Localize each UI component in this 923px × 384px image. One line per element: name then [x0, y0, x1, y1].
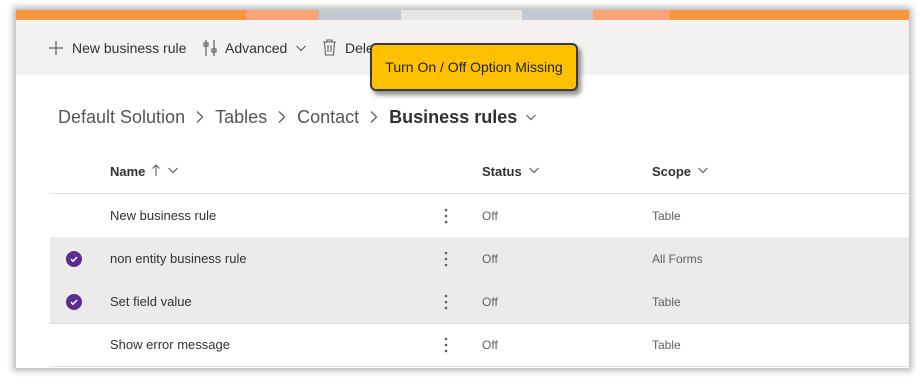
more-options-icon[interactable] — [439, 194, 453, 237]
rule-name[interactable]: non entity business rule — [110, 237, 247, 280]
chevron-right-icon — [195, 110, 205, 124]
more-options-icon[interactable] — [439, 280, 453, 323]
table-row[interactable]: New business rule Off Table — [50, 194, 909, 238]
plus-icon — [48, 40, 64, 56]
column-header-status[interactable]: Status — [482, 160, 540, 182]
rule-status: Off — [482, 251, 498, 266]
rule-scope: All Forms — [652, 251, 703, 266]
column-header-status-label: Status — [482, 163, 522, 179]
column-header-name-label: Name — [110, 163, 146, 179]
advanced-label: Advanced — [225, 39, 288, 56]
more-options-icon[interactable] — [439, 237, 453, 280]
app-window: New business rule Advanced Delete Turn O… — [16, 10, 909, 368]
new-business-rule-button[interactable]: New business rule — [48, 20, 186, 75]
column-header-name[interactable]: Name — [110, 160, 179, 182]
row-checkbox[interactable] — [66, 280, 82, 323]
rule-scope: Table — [652, 208, 681, 223]
breadcrumb: Default Solution Tables Contact Business… — [58, 104, 537, 130]
checkmark-icon — [66, 293, 82, 310]
breadcrumb-item-contact[interactable]: Contact — [297, 107, 359, 128]
checkmark-icon — [66, 250, 82, 267]
rule-name[interactable]: Show error message — [110, 323, 230, 366]
advanced-button[interactable]: Advanced — [203, 20, 307, 75]
chevron-down-icon — [161, 164, 179, 179]
column-header-scope[interactable]: Scope — [652, 160, 709, 182]
breadcrumb-item-tables[interactable]: Tables — [215, 107, 267, 128]
table-row[interactable]: Set field value Off Table — [50, 280, 909, 324]
annotation-callout: Turn On / Off Option Missing — [370, 43, 578, 91]
chevron-right-icon — [277, 110, 287, 124]
row-checkbox[interactable] — [66, 237, 82, 280]
chevron-down-icon[interactable] — [525, 111, 537, 123]
rule-name[interactable]: Set field value — [110, 280, 192, 323]
rule-scope: Table — [652, 294, 681, 309]
column-header-scope-label: Scope — [652, 163, 692, 179]
chevron-down-icon — [295, 42, 307, 54]
new-business-rule-label: New business rule — [72, 39, 187, 56]
chevron-right-icon — [369, 110, 379, 124]
rule-scope: Table — [652, 337, 681, 352]
sort-ascending-icon — [145, 163, 161, 180]
color-banner — [16, 10, 909, 20]
more-options-icon[interactable] — [439, 323, 453, 366]
rule-status: Off — [482, 294, 498, 309]
chevron-down-icon — [691, 164, 709, 179]
trash-icon — [322, 39, 337, 56]
breadcrumb-item-default-solution[interactable]: Default Solution — [58, 107, 185, 128]
table-row[interactable]: non entity business rule Off All Forms — [50, 237, 909, 281]
rule-status: Off — [482, 208, 498, 223]
breadcrumb-current[interactable]: Business rules — [389, 107, 517, 128]
table-row[interactable]: Show error message Off Table — [50, 323, 909, 367]
rule-name[interactable]: New business rule — [110, 194, 216, 237]
rule-status: Off — [482, 337, 498, 352]
advanced-settings-icon — [203, 39, 217, 57]
chevron-down-icon — [522, 164, 540, 179]
